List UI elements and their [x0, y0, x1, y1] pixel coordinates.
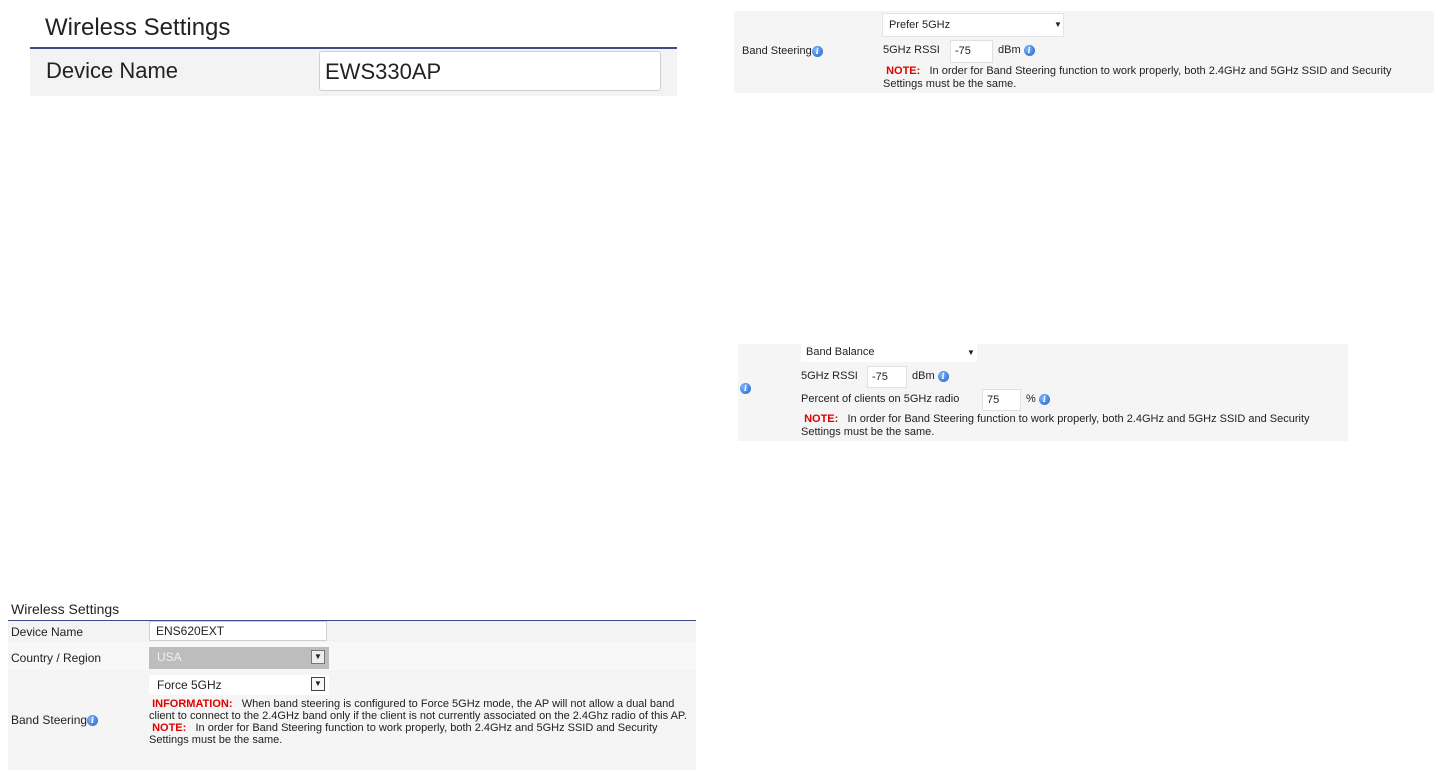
note-text: In order for Band Steering function to w…: [149, 722, 658, 746]
rssi-unit: dBm i: [912, 370, 949, 382]
page-title: Wireless Settings: [45, 14, 231, 41]
country-select: USA: [149, 647, 329, 669]
note-label: NOTE:: [886, 65, 921, 77]
band-steering-label: Band Steering i: [742, 45, 823, 57]
chevron-down-icon[interactable]: ▼: [967, 348, 975, 357]
percent-unit-text: %: [1026, 393, 1036, 405]
info-icon[interactable]: i: [740, 383, 751, 394]
device-name-label: Device Name: [46, 58, 179, 83]
rssi-unit-text: dBm: [912, 370, 935, 382]
note-text: In order for Band Steering function to w…: [883, 65, 1392, 90]
rssi-label: 5GHz RSSI: [883, 44, 940, 56]
band-steering-mode-select[interactable]: Prefer 5GHz: [882, 13, 1064, 37]
rssi-input[interactable]: -75: [867, 366, 907, 388]
device-name-input[interactable]: EWS330AP: [319, 51, 661, 91]
info-icon[interactable]: i: [1023, 44, 1035, 56]
note-label: NOTE:: [804, 413, 839, 425]
rssi-input[interactable]: -75: [950, 40, 993, 63]
info-icon[interactable]: i: [937, 370, 949, 382]
chevron-down-icon: ▼: [311, 650, 325, 664]
note-text: In order for Band Steering function to w…: [801, 413, 1310, 438]
band-steering-label-text: Band Steering: [742, 45, 812, 57]
percent-clients-input[interactable]: 75: [982, 389, 1021, 411]
country-label: Country / Region: [11, 651, 102, 665]
info-icon[interactable]: i: [87, 715, 99, 727]
band-steering-mode-select[interactable]: Band Balance: [801, 344, 977, 362]
country-row: [8, 642, 696, 670]
note-label: NOTE:: [152, 722, 187, 734]
rssi-label: 5GHz RSSI: [801, 370, 858, 382]
information-label: INFORMATION:: [152, 698, 233, 710]
device-name-input[interactable]: ENS620EXT: [149, 621, 327, 641]
band-steering-note: NOTE: In order for Band Steering functio…: [883, 65, 1433, 91]
info-icon[interactable]: i: [811, 45, 823, 57]
band-steering-label: Band Steering i: [11, 713, 99, 727]
chevron-down-icon[interactable]: ▼: [1054, 20, 1062, 29]
chevron-down-icon[interactable]: ▼: [311, 677, 325, 691]
info-icon[interactable]: i: [1038, 393, 1050, 405]
rssi-unit-text: dBm: [998, 44, 1021, 56]
band-steering-mode-select[interactable]: Force 5GHz: [149, 675, 329, 695]
rssi-unit: dBm i: [998, 44, 1035, 56]
percent-clients-label: Percent of clients on 5GHz radio: [801, 393, 960, 405]
band-balance-note: NOTE: In order for Band Steering functio…: [801, 413, 1346, 439]
page-title: Wireless Settings: [11, 601, 120, 617]
device-name-row: [8, 621, 696, 642]
band-steering-info: INFORMATION: When band steering is confi…: [149, 698, 694, 746]
device-name-label: Device Name: [11, 625, 84, 639]
band-steering-label-text: Band Steering: [11, 713, 88, 727]
percent-unit: % i: [1026, 393, 1050, 405]
